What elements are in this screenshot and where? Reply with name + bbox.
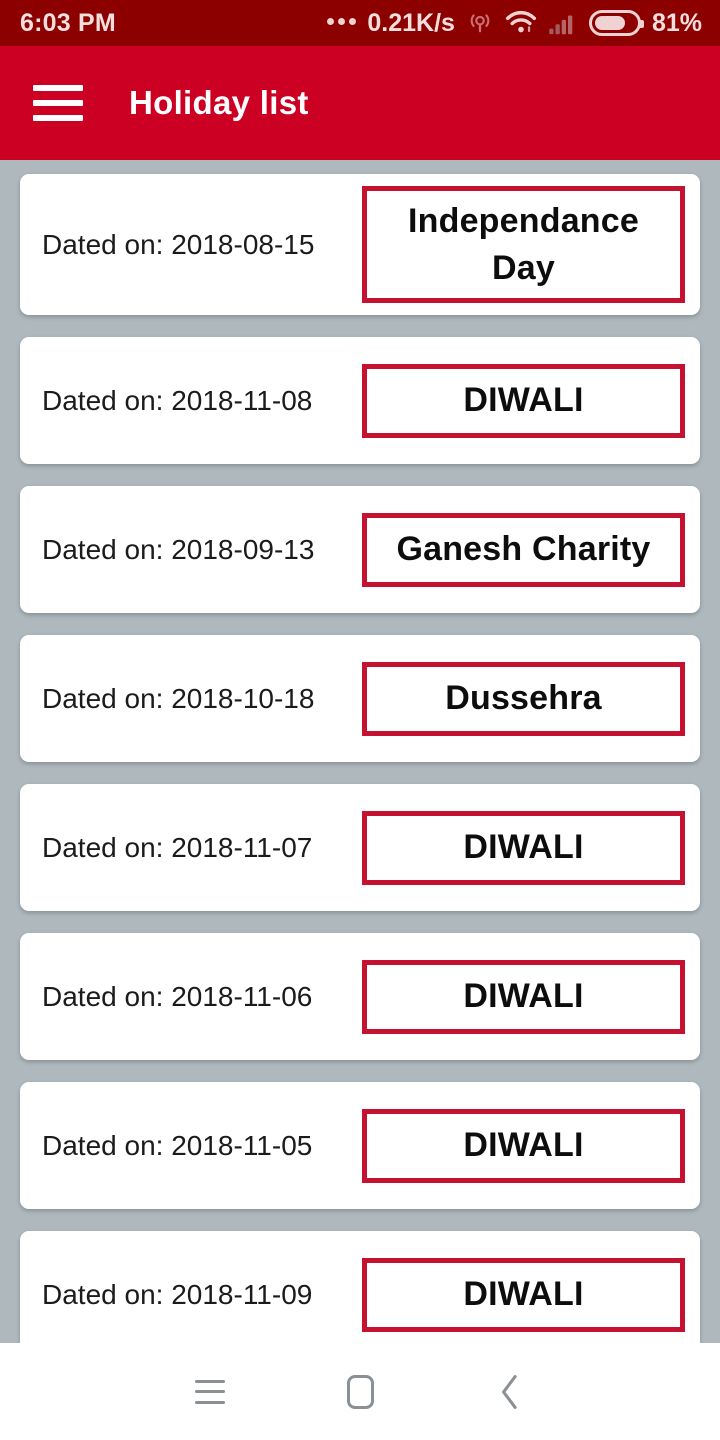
holiday-date-label: Dated on: 2018-11-06 bbox=[42, 980, 313, 1012]
network-speed-label: 0.21K/s bbox=[367, 8, 455, 37]
holiday-name-box[interactable]: DIWALI bbox=[362, 959, 685, 1034]
more-dots-icon bbox=[327, 17, 357, 29]
home-button[interactable] bbox=[285, 1343, 435, 1440]
holiday-name-label: Independance Day bbox=[407, 201, 639, 287]
holiday-name-box[interactable]: Dussehra bbox=[362, 661, 685, 736]
holiday-card[interactable]: Dated on: 2018-11-07 DIWALI bbox=[20, 784, 700, 911]
holiday-date-label: Dated on: 2018-08-15 bbox=[42, 228, 315, 260]
battery-percent-label: 81% bbox=[651, 8, 702, 37]
holiday-date-label: Dated on: 2018-11-08 bbox=[42, 384, 313, 416]
holiday-date-label: Dated on: 2018-11-05 bbox=[42, 1129, 313, 1161]
holiday-name-label: DIWALI bbox=[463, 1126, 584, 1165]
holiday-card[interactable]: Dated on: 2018-10-18 Dussehra bbox=[20, 635, 700, 762]
holiday-name-box[interactable]: Independance Day bbox=[362, 186, 685, 303]
back-button[interactable] bbox=[435, 1343, 585, 1440]
status-bar-icons: 0.21K/s 81% bbox=[327, 9, 702, 38]
holiday-name-box[interactable]: DIWALI bbox=[362, 1108, 685, 1183]
holiday-name-label: DIWALI bbox=[463, 1275, 584, 1314]
page-title: Holiday list bbox=[129, 84, 309, 121]
holiday-list[interactable]: Dated on: 2018-08-15 Independance Day Date… bbox=[0, 160, 720, 1343]
holiday-card[interactable]: Dated on: 2018-11-08 DIWALI bbox=[20, 337, 700, 464]
holiday-name-box[interactable]: DIWALI bbox=[362, 363, 685, 438]
holiday-name-label: DIWALI bbox=[463, 977, 584, 1016]
holiday-name-label: Dussehra bbox=[445, 679, 602, 718]
battery-icon bbox=[588, 10, 644, 36]
holiday-name-label: DIWALI bbox=[463, 381, 584, 420]
app-bar: Holiday list bbox=[0, 46, 720, 160]
holiday-name-label: Ganesh Charity bbox=[396, 530, 651, 569]
holiday-date-label: Dated on: 2018-11-07 bbox=[42, 831, 313, 863]
holiday-card[interactable]: Dated on: 2018-11-06 DIWALI bbox=[20, 933, 700, 1060]
holiday-name-box[interactable]: DIWALI bbox=[362, 810, 685, 885]
holiday-date-label: Dated on: 2018-11-09 bbox=[42, 1278, 313, 1310]
holiday-card[interactable]: Dated on: 2018-11-09 DIWALI bbox=[20, 1231, 700, 1343]
holiday-name-box[interactable]: Ganesh Charity bbox=[362, 512, 685, 587]
wifi-icon bbox=[505, 10, 537, 33]
phone-screen: 6:03 PM 0.21K/s 81% Holiday list Dated o… bbox=[0, 0, 720, 1440]
recents-menu-icon bbox=[195, 1379, 225, 1404]
status-bar: 6:03 PM 0.21K/s 81% bbox=[0, 0, 720, 46]
holiday-card[interactable]: Dated on: 2018-11-05 DIWALI bbox=[20, 1082, 700, 1209]
cellular-signal-icon bbox=[549, 15, 573, 35]
holiday-date-label: Dated on: 2018-10-18 bbox=[42, 682, 315, 714]
holiday-date-label: Dated on: 2018-09-13 bbox=[42, 533, 315, 565]
home-square-icon bbox=[346, 1374, 374, 1409]
holiday-name-label: DIWALI bbox=[463, 828, 584, 867]
status-time: 6:03 PM bbox=[20, 8, 116, 37]
holiday-card[interactable]: Dated on: 2018-09-13 Ganesh Charity bbox=[20, 486, 700, 613]
system-navigation-bar bbox=[0, 1343, 720, 1440]
hamburger-menu-icon[interactable] bbox=[33, 85, 83, 121]
battery-fill bbox=[594, 16, 625, 30]
hotspot-icon bbox=[470, 14, 490, 33]
holiday-name-box[interactable]: DIWALI bbox=[362, 1257, 685, 1332]
back-chevron-icon bbox=[502, 1374, 517, 1409]
holiday-card[interactable]: Dated on: 2018-08-15 Independance Day bbox=[20, 174, 700, 315]
recents-button[interactable] bbox=[135, 1343, 285, 1440]
